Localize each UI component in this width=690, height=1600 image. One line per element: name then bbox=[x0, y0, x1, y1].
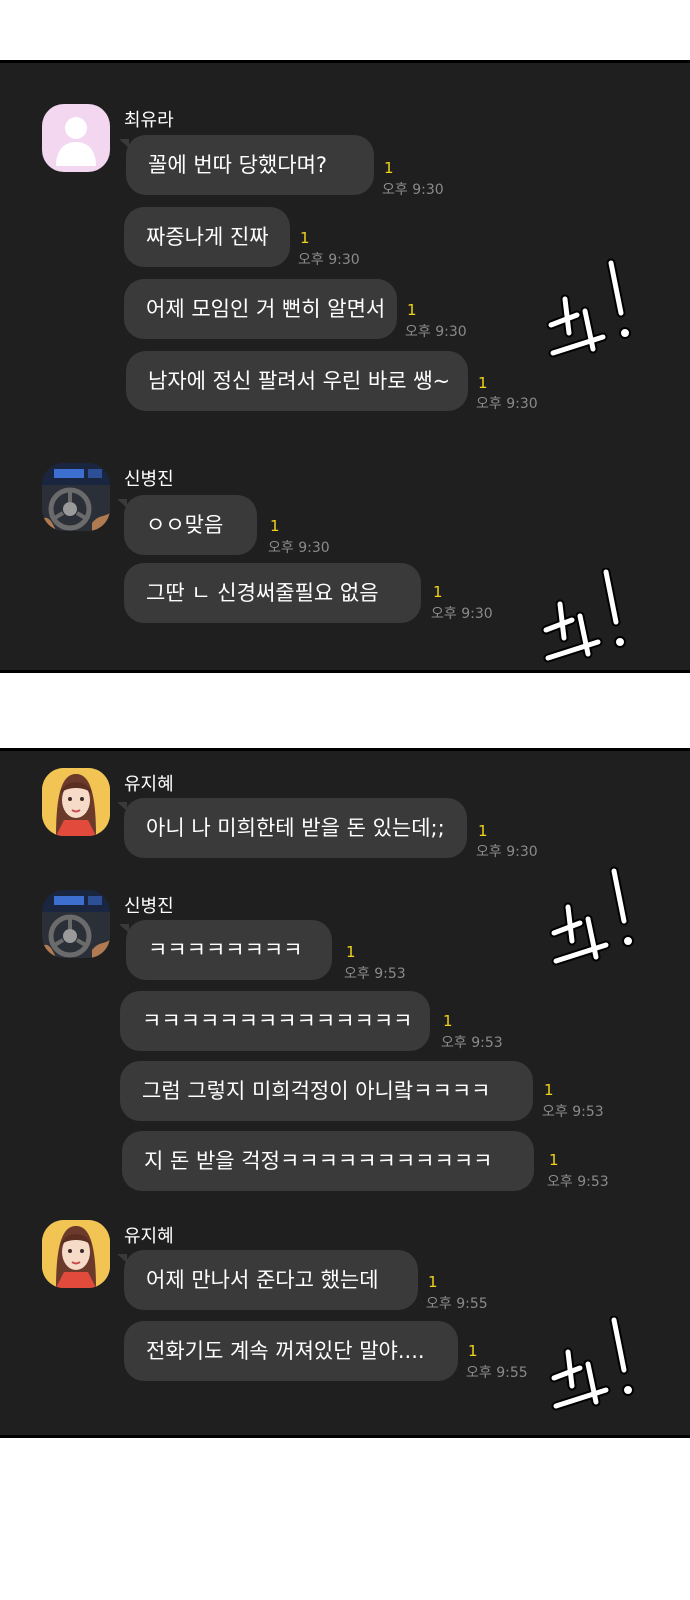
message-time: 오후 9:55 bbox=[466, 1365, 528, 1381]
sender-name: 신병진 bbox=[124, 469, 174, 490]
sound-effect-tok-icon bbox=[541, 568, 626, 663]
unread-count: 1 bbox=[346, 943, 356, 961]
message-bubble[interactable]: 전화기도 계속 꺼져있단 말야.... bbox=[124, 1321, 458, 1381]
car-steering-wheel-avatar[interactable] bbox=[42, 463, 110, 531]
message-bubble[interactable]: 어제 만나서 준다고 했는데 bbox=[117, 1250, 418, 1310]
message-bubble[interactable]: 아니 나 미희한테 받을 돈 있는데;; bbox=[117, 798, 467, 858]
message-bubble[interactable]: ㅋㅋㅋㅋㅋㅋㅋㅋㅋㅋㅋㅋㅋㅋ bbox=[120, 991, 430, 1051]
message-time: 오후 9:30 bbox=[431, 606, 493, 622]
message-time: 오후 9:55 bbox=[426, 1296, 488, 1312]
message-bubble[interactable]: ㅋㅋㅋㅋㅋㅋㅋㅋ bbox=[119, 920, 332, 980]
message-time: 오후 9:30 bbox=[298, 252, 360, 268]
message-bubble[interactable]: 그럼 그렇지 미희걱정이 아니랔ㅋㅋㅋㅋ bbox=[120, 1061, 533, 1121]
unread-count: 1 bbox=[407, 301, 417, 319]
car-steering-wheel-avatar[interactable] bbox=[42, 890, 110, 958]
sender-name: 신병진 bbox=[124, 896, 174, 917]
message-time: 오후 9:30 bbox=[268, 540, 330, 556]
sender-name: 유지혜 bbox=[124, 774, 174, 795]
message-bubble[interactable]: 지 돈 받을 걱정ㅋㅋㅋㅋㅋㅋㅋㅋㅋㅋㅋ bbox=[122, 1131, 534, 1191]
unread-count: 1 bbox=[478, 822, 488, 840]
sender-name: 유지혜 bbox=[124, 1226, 174, 1247]
unread-count: 1 bbox=[384, 159, 394, 177]
message-time: 오후 9:53 bbox=[441, 1035, 503, 1051]
message-time: 오후 9:53 bbox=[344, 966, 406, 982]
unread-count: 1 bbox=[544, 1081, 554, 1099]
message-time: 오후 9:30 bbox=[382, 182, 444, 198]
message-bubble[interactable]: 꼴에 번따 당했다며? bbox=[119, 135, 374, 195]
unread-count: 1 bbox=[549, 1151, 559, 1169]
chat-panel-1: 최유라 꼴에 번따 당했다며? 1 오후 9:30 짜증나게 진짜 1 오후 9… bbox=[0, 60, 690, 673]
unread-count: 1 bbox=[270, 517, 280, 535]
message-time: 오후 9:53 bbox=[542, 1104, 604, 1120]
default-profile-icon[interactable] bbox=[42, 104, 110, 172]
sender-name: 최유라 bbox=[124, 110, 174, 131]
girl-portrait-avatar[interactable] bbox=[42, 1220, 110, 1288]
unread-count: 1 bbox=[468, 1342, 478, 1360]
message-time: 오후 9:30 bbox=[476, 396, 538, 412]
unread-count: 1 bbox=[443, 1012, 453, 1030]
sound-effect-tok-icon bbox=[549, 866, 634, 966]
message-bubble[interactable]: 어제 모임인 거 뻔히 알면서 bbox=[124, 279, 397, 339]
message-time: 오후 9:53 bbox=[547, 1174, 609, 1190]
message-bubble[interactable]: 남자에 정신 팔려서 우린 바로 쌩~ bbox=[126, 351, 468, 411]
sound-effect-tok-icon bbox=[549, 1316, 634, 1411]
girl-portrait-avatar[interactable] bbox=[42, 768, 110, 836]
unread-count: 1 bbox=[300, 229, 310, 247]
unread-count: 1 bbox=[433, 583, 443, 601]
unread-count: 1 bbox=[478, 374, 488, 392]
message-bubble[interactable]: 짜증나게 진짜 bbox=[124, 207, 290, 267]
chat-panel-2: 유지혜 아니 나 미희한테 받을 돈 있는데;; 1 오후 9:30 신병진 ㅋ… bbox=[0, 748, 690, 1438]
message-bubble[interactable]: ㅇㅇ맞음 bbox=[117, 495, 257, 555]
message-time: 오후 9:30 bbox=[405, 324, 467, 340]
sound-effect-tok-icon bbox=[546, 258, 631, 358]
message-bubble[interactable]: 그딴 ㄴ 신경써줄필요 없음 bbox=[124, 563, 421, 623]
unread-count: 1 bbox=[428, 1273, 438, 1291]
message-time: 오후 9:30 bbox=[476, 844, 538, 860]
